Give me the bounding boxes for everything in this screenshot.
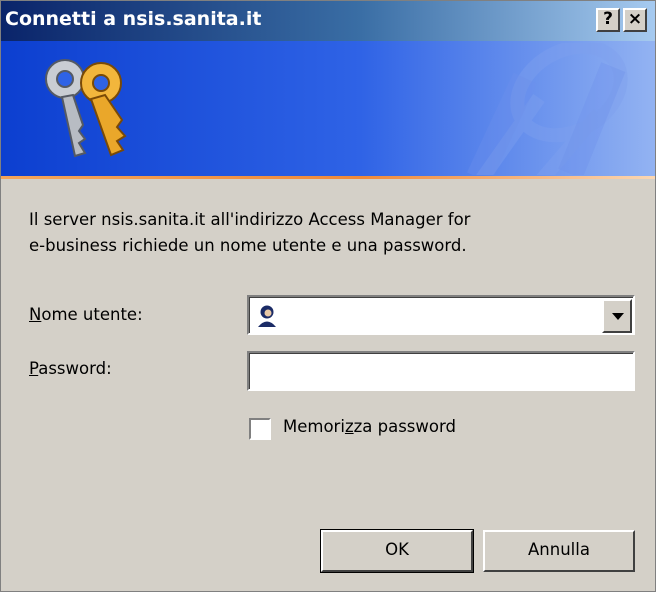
banner-accent-line: [1, 176, 655, 179]
title-bar[interactable]: Connetti a nsis.sanita.it ? ×: [1, 1, 655, 41]
auth-message-line-1: Il server nsis.sanita.it all'indirizzo A…: [29, 210, 471, 229]
chevron-down-icon: [612, 313, 624, 320]
keys-icon: [45, 59, 127, 158]
banner: [1, 41, 655, 176]
keys-watermark-icon: [466, 43, 628, 175]
username-label: Nome utente:: [29, 305, 143, 324]
remember-password-label[interactable]: Memorizza password: [283, 417, 456, 436]
user-icon: [258, 305, 276, 327]
remember-password-checkbox[interactable]: [249, 418, 271, 440]
cancel-button[interactable]: Annulla: [483, 530, 635, 572]
help-button[interactable]: ?: [596, 8, 620, 32]
auth-message-line-2: e-business richiede un nome utente e una…: [29, 236, 467, 255]
password-input[interactable]: [247, 351, 635, 391]
ok-button[interactable]: OK: [320, 529, 474, 573]
username-combobox[interactable]: [247, 295, 635, 335]
close-button[interactable]: ×: [623, 8, 647, 32]
username-dropdown-button[interactable]: [602, 299, 632, 333]
auth-message: Il server nsis.sanita.it all'indirizzo A…: [29, 207, 629, 259]
login-dialog: Connetti a nsis.sanita.it ? × Il server …: [0, 0, 656, 592]
password-label: Password:: [29, 359, 112, 378]
window-title: Connetti a nsis.sanita.it: [5, 8, 262, 30]
